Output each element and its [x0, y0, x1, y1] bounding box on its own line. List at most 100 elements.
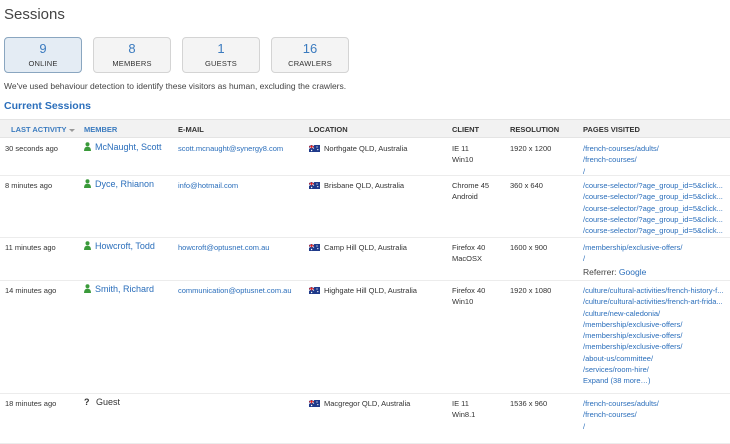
section-title: Current Sessions: [4, 100, 91, 112]
client-cell: Firefox 40 Win10: [452, 285, 485, 308]
page-link[interactable]: /course-selector/?age_group_id=5&click..…: [583, 191, 730, 202]
client-os: Win8.1: [452, 410, 476, 420]
question-mark-icon: ?: [84, 397, 90, 407]
page-link[interactable]: /course-selector/?age_group_id=5&click..…: [583, 214, 730, 225]
client-browser: Firefox 40: [452, 286, 486, 295]
page-link[interactable]: /french-courses/adults/: [583, 398, 730, 409]
pages-visited-cell: /course-selector/?age_group_id=5&click..…: [583, 180, 730, 236]
page-link[interactable]: /: [583, 421, 730, 432]
table-row: 11 minutes ago Howcroft, Todd howcroft@opt…: [0, 238, 730, 281]
last-activity: 11 minutes ago: [5, 243, 56, 252]
page-link[interactable]: /culture/cultural-activities/french-hist…: [583, 285, 730, 296]
stat-members[interactable]: 8 MEMBERS: [93, 37, 171, 73]
resolution-cell: 1600 x 900: [510, 243, 548, 252]
stats-bar: 9 ONLINE 8 MEMBERS 1 GUESTS 16 CRAWLERS: [4, 37, 360, 73]
page-link[interactable]: /french-courses/: [583, 409, 730, 420]
table-row: 18 minutes ago? Guest Macgregor QLD, Austr…: [0, 394, 730, 444]
pages-visited-cell: /french-courses/adults//french-courses//: [583, 398, 730, 432]
location-cell: Northgate QLD, Australia: [308, 143, 408, 154]
column-resolution: RESOLUTION: [510, 125, 560, 134]
resolution-cell: 1920 x 1200: [510, 144, 552, 153]
column-last-activity[interactable]: LAST ACTIVITY: [11, 125, 75, 134]
stat-value: 8: [128, 41, 136, 56]
page-link[interactable]: /culture/cultural-activities/french-art-…: [583, 296, 730, 307]
location-text: Northgate QLD, Australia: [324, 144, 408, 153]
stat-crawlers[interactable]: 16 CRAWLERS: [271, 37, 349, 73]
person-icon: [84, 241, 91, 250]
stat-label: MEMBERS: [112, 59, 152, 68]
column-label: LAST ACTIVITY: [11, 125, 67, 134]
member-link[interactable]: McNaught, Scott: [95, 142, 162, 152]
client-browser: IE 11: [452, 144, 469, 153]
email-link[interactable]: scott.mcnaught@synergy8.com: [178, 144, 283, 153]
page-title: Sessions: [4, 6, 65, 23]
page-link[interactable]: /course-selector/?age_group_id=5&click..…: [583, 203, 730, 214]
stat-guests[interactable]: 1 GUESTS: [182, 37, 260, 73]
page-link[interactable]: Expand (38 more…): [583, 375, 730, 386]
page-link[interactable]: /services/room-hire/: [583, 364, 730, 375]
table-header: LAST ACTIVITY MEMBER E-MAIL LOCATION CLI…: [0, 119, 730, 138]
person-icon: [84, 284, 91, 293]
member-link[interactable]: Smith, Richard: [95, 284, 154, 294]
stat-value: 16: [302, 41, 318, 56]
email-link[interactable]: communication@optusnet.com.au: [178, 286, 292, 295]
last-activity: 8 minutes ago: [5, 181, 53, 190]
resolution-cell: 360 x 640: [510, 181, 543, 190]
table-row: 8 minutes ago Dyce, Rhianon info@hotmail.c…: [0, 176, 730, 238]
member-cell[interactable]: Dyce, Rhianon: [84, 179, 154, 190]
stat-value: 9: [39, 41, 47, 56]
member-cell: ? Guest: [84, 397, 120, 408]
page-link[interactable]: /french-courses/: [583, 154, 730, 165]
email-link[interactable]: info@hotmail.com: [178, 181, 238, 190]
member-link[interactable]: Dyce, Rhianon: [95, 179, 154, 189]
email-cell: info@hotmail.com: [178, 180, 238, 191]
pages-visited-cell: /french-courses/adults//french-courses//: [583, 143, 730, 177]
column-member[interactable]: MEMBER: [84, 125, 117, 134]
client-browser: Firefox 40: [452, 243, 486, 252]
email-link[interactable]: howcroft@optusnet.com.au: [178, 243, 269, 252]
client-browser: IE 11: [452, 399, 469, 408]
pages-visited-cell: /membership/exclusive-offers// Referrer: …: [583, 242, 730, 278]
location-cell: Camp Hill QLD, Australia: [308, 242, 407, 253]
last-activity: 18 minutes ago: [5, 399, 57, 408]
page-link[interactable]: /membership/exclusive-offers/: [583, 242, 730, 253]
location-cell: Highgate Hill QLD, Australia: [308, 285, 417, 296]
member-link[interactable]: Howcroft, Todd: [95, 241, 155, 251]
member-cell[interactable]: Smith, Richard: [84, 284, 154, 295]
page-link[interactable]: /culture/new-caledonia/: [583, 308, 730, 319]
pages-visited-cell: /culture/cultural-activities/french-hist…: [583, 285, 730, 387]
email-cell: scott.mcnaught@synergy8.com: [178, 143, 283, 154]
client-os: Win10: [452, 155, 474, 165]
stat-label: CRAWLERS: [288, 59, 332, 68]
page-link[interactable]: /french-courses/adults/: [583, 143, 730, 154]
location-text: Camp Hill QLD, Australia: [324, 243, 407, 252]
australia-flag-icon: [308, 144, 320, 152]
client-os: Win10: [452, 297, 474, 307]
referrer: Referrer: Google: [583, 267, 730, 278]
page-link[interactable]: /: [583, 253, 730, 264]
email-cell: communication@optusnet.com.au: [178, 285, 292, 296]
page-link[interactable]: /membership/exclusive-offers/: [583, 319, 730, 330]
australia-flag-icon: [308, 243, 320, 251]
member-cell[interactable]: Howcroft, Todd: [84, 241, 155, 252]
page-link[interactable]: /course-selector/?age_group_id=5&click..…: [583, 180, 730, 191]
page-link[interactable]: /course-selector/?age_group_id=5&click..…: [583, 225, 730, 236]
stat-value: 1: [217, 41, 225, 56]
australia-flag-icon: [308, 399, 320, 407]
stat-online[interactable]: 9 ONLINE: [4, 37, 82, 73]
location-cell: Brisbane QLD, Australia: [308, 180, 404, 191]
email-cell: howcroft@optusnet.com.au: [178, 242, 269, 253]
client-cell: Firefox 40 MacOSX: [452, 242, 485, 265]
column-location: LOCATION: [309, 125, 348, 134]
member-cell[interactable]: McNaught, Scott: [84, 142, 162, 153]
last-activity: 14 minutes ago: [5, 286, 57, 295]
detection-note: We've used behaviour detection to identi…: [4, 81, 347, 91]
referrer-link[interactable]: Google: [619, 267, 646, 277]
column-pages-visited: PAGES VISITED: [583, 125, 640, 134]
page-link[interactable]: /membership/exclusive-offers/: [583, 330, 730, 341]
column-client: CLIENT: [452, 125, 480, 134]
page-link[interactable]: /about-us/committee/: [583, 353, 730, 364]
page-link[interactable]: /membership/exclusive-offers/: [583, 341, 730, 352]
client-os: MacOSX: [452, 254, 483, 264]
location-text: Highgate Hill QLD, Australia: [324, 286, 417, 295]
